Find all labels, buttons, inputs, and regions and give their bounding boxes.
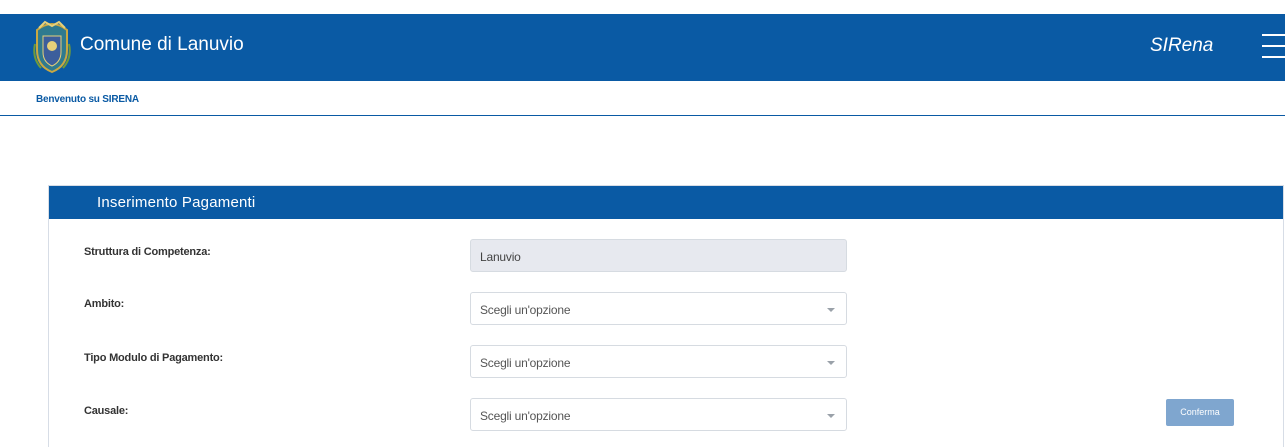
tipo-modulo-label: Tipo Modulo di Pagamento:	[84, 352, 224, 364]
chevron-down-icon	[827, 414, 835, 418]
panel-header: Inserimento Pagamenti	[49, 186, 1283, 219]
welcome-breadcrumb: Benvenuto su SIRENA	[36, 94, 139, 105]
panel-title: Inserimento Pagamenti	[97, 194, 256, 211]
causale-placeholder: Scegli un'opzione	[480, 409, 571, 423]
hamburger-menu-icon[interactable]	[1262, 34, 1285, 60]
struttura-field: Lanuvio	[470, 239, 847, 272]
causale-select[interactable]: Scegli un'opzione	[470, 398, 847, 431]
top-bar: Comune di Lanuvio SIRena	[0, 14, 1285, 81]
payment-form-panel: Inserimento Pagamenti Struttura di Compe…	[48, 185, 1284, 447]
app-brand: SIRena	[1150, 35, 1214, 56]
coat-of-arms-icon	[33, 20, 71, 74]
ambito-label: Ambito:	[84, 298, 125, 310]
confirm-button[interactable]: Conferma	[1166, 399, 1234, 426]
causale-label: Causale:	[84, 405, 129, 417]
chevron-down-icon	[827, 361, 835, 365]
struttura-value: Lanuvio	[480, 250, 521, 264]
tipo-modulo-placeholder: Scegli un'opzione	[480, 356, 571, 370]
struttura-label: Struttura di Competenza:	[84, 246, 211, 258]
municipality-name: Comune di Lanuvio	[80, 34, 244, 55]
header-divider	[0, 115, 1285, 116]
chevron-down-icon	[827, 308, 835, 312]
tipo-modulo-select[interactable]: Scegli un'opzione	[470, 345, 847, 378]
ambito-select[interactable]: Scegli un'opzione	[470, 292, 847, 325]
ambito-placeholder: Scegli un'opzione	[480, 303, 571, 317]
